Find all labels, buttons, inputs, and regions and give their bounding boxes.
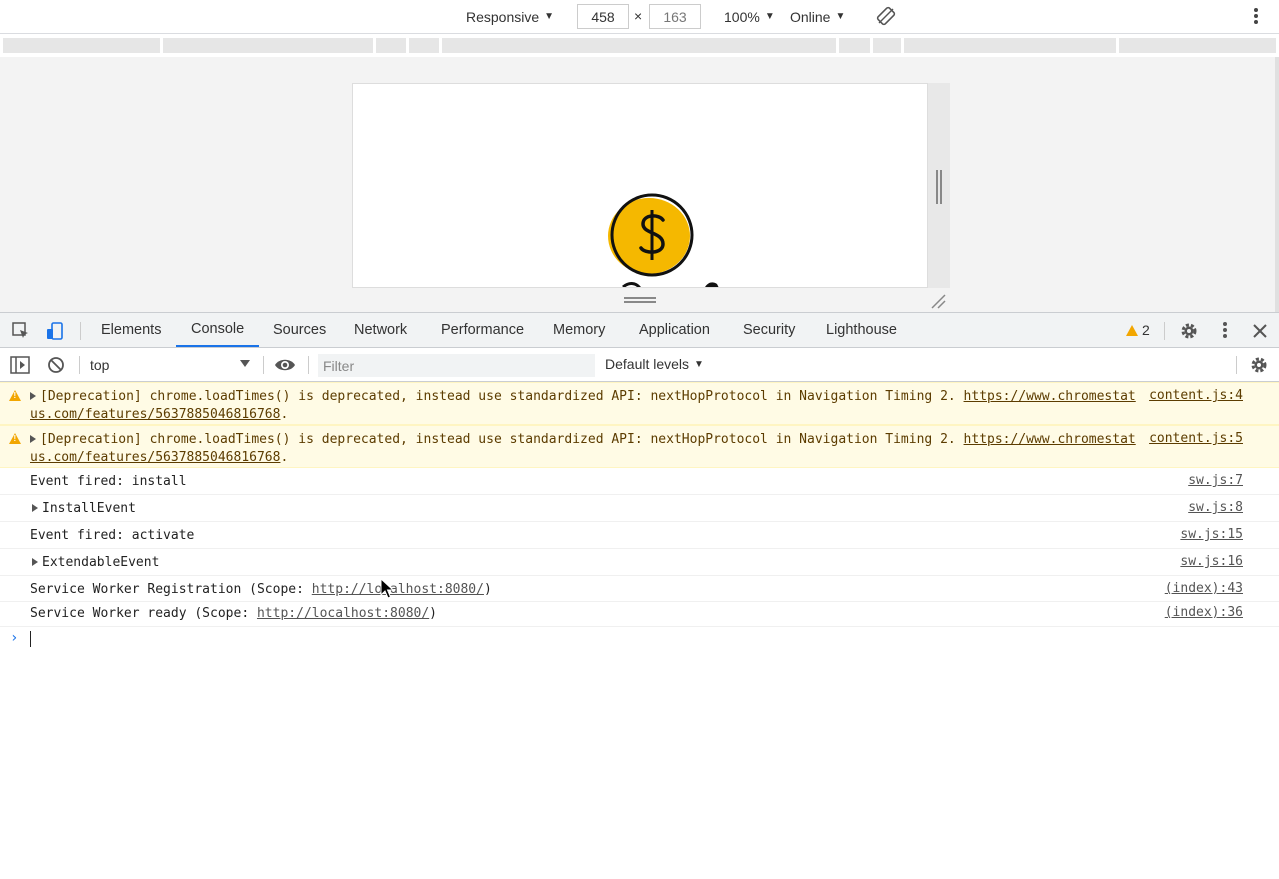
tab-console[interactable]: Console (176, 313, 260, 347)
text-cursor (30, 631, 31, 647)
tab-elements[interactable]: Elements (101, 313, 161, 347)
chevron-down-icon: ▼ (544, 11, 555, 22)
message-suffix: . (280, 450, 289, 465)
warning-icon (1126, 324, 1138, 336)
filter-input[interactable]: Filter (318, 354, 595, 377)
message-source-link[interactable]: sw.js:16 (1180, 554, 1243, 569)
tab-performance[interactable]: Performance (441, 313, 524, 347)
message-text: [Deprecation] chrome.loadTimes() is depr… (40, 389, 964, 404)
message-suffix: . (280, 407, 289, 422)
warning-icon (9, 390, 21, 401)
coin-illustration (608, 193, 719, 287)
right-grip-icon[interactable] (936, 170, 942, 204)
network-throttle-select[interactable]: Online ▼ (790, 0, 845, 33)
caret-down-icon (240, 360, 250, 367)
console-message-warning[interactable]: [Deprecation] chrome.loadTimes() is depr… (0, 382, 1279, 425)
message-source-link[interactable]: sw.js:7 (1188, 473, 1243, 488)
console-settings-gear-icon[interactable] (1249, 355, 1269, 375)
expand-triangle-icon[interactable] (32, 557, 38, 566)
tab-lighthouse[interactable]: Lighthouse (826, 313, 897, 347)
device-select[interactable]: Responsive ▼ (466, 0, 554, 33)
media-query-bar[interactable] (0, 35, 1279, 57)
device-screen (352, 83, 928, 288)
message-text: Service Worker ready (Scope: (30, 606, 257, 621)
levels-label: Default levels (605, 356, 690, 372)
rotate-icon[interactable] (876, 6, 896, 26)
message-text: ExtendableEvent (42, 555, 160, 570)
message-source-link[interactable]: sw.js:8 (1188, 500, 1243, 515)
console-toolbar: top Filter Default levels ▼ (0, 348, 1279, 382)
chevron-down-icon: ▼ (694, 358, 704, 370)
more-options-icon[interactable] (1247, 7, 1265, 27)
console-message[interactable]: InstallEvent sw.js:8 (0, 495, 1279, 522)
clear-console-icon[interactable] (47, 356, 65, 374)
message-source-link[interactable]: (index):36 (1165, 605, 1243, 620)
console-message[interactable]: Event fired: activate sw.js:15 (0, 522, 1279, 549)
device-toggle-icon[interactable] (45, 321, 65, 341)
zoom-select[interactable]: 100% ▼ (724, 0, 775, 33)
message-source-link[interactable]: sw.js:15 (1180, 527, 1243, 542)
console-prompt[interactable]: › (0, 628, 1279, 650)
scrollbar[interactable] (1275, 57, 1279, 312)
bottom-grip-icon[interactable] (624, 297, 656, 303)
chevron-down-icon: ▼ (764, 11, 775, 22)
tab-application[interactable]: Application (639, 313, 710, 347)
context-label: top (90, 357, 110, 373)
message-text: Event fired: activate (30, 528, 195, 543)
width-input[interactable]: 458 (577, 4, 629, 29)
message-source-link[interactable]: content.js:5 (1149, 431, 1243, 446)
dimension-separator: × (634, 8, 643, 24)
console-message-warning[interactable]: [Deprecation] chrome.loadTimes() is depr… (0, 425, 1279, 468)
warning-counter[interactable]: 2 (1126, 322, 1150, 338)
message-link[interactable]: http://localhost:8080/ (257, 606, 429, 621)
network-label: Online (790, 8, 831, 25)
expand-triangle-icon[interactable] (30, 391, 36, 400)
chevron-down-icon: ▼ (835, 11, 846, 22)
message-text: Event fired: install (30, 474, 187, 489)
console-messages: [Deprecation] chrome.loadTimes() is depr… (0, 382, 1279, 627)
mouse-pointer-icon (380, 578, 394, 599)
expand-triangle-icon[interactable] (32, 503, 38, 512)
device-viewport-area (0, 57, 1279, 312)
corner-resize-icon[interactable] (930, 293, 946, 309)
message-text: InstallEvent (42, 501, 136, 516)
expand-triangle-icon[interactable] (30, 434, 36, 443)
devtools-tab-bar: Elements Console Sources Network Perform… (0, 312, 1279, 348)
warning-icon (9, 433, 21, 444)
device-label: Responsive (466, 8, 540, 25)
message-source-link[interactable]: content.js:4 (1149, 388, 1243, 403)
context-select[interactable]: top (90, 355, 250, 375)
live-expression-eye-icon[interactable] (274, 357, 296, 373)
warning-count: 2 (1142, 322, 1150, 338)
message-text: [Deprecation] chrome.loadTimes() is depr… (40, 432, 964, 447)
device-toolbar: Responsive ▼ 458 × 163 100% ▼ Online ▼ (0, 0, 1279, 34)
tab-memory[interactable]: Memory (553, 313, 605, 347)
log-levels-select[interactable]: Default levels ▼ (605, 356, 704, 372)
console-message[interactable]: Service Worker Registration (Scope: http… (0, 576, 1279, 602)
message-suffix: ) (429, 606, 437, 621)
settings-gear-icon[interactable] (1179, 321, 1199, 341)
tab-network[interactable]: Network (354, 313, 407, 347)
message-text: Service Worker Registration (Scope: (30, 582, 312, 597)
sidebar-toggle-icon[interactable] (10, 356, 30, 374)
customize-menu-icon[interactable] (1215, 321, 1235, 341)
message-source-link[interactable]: (index):43 (1165, 581, 1243, 596)
message-suffix: ) (483, 582, 492, 597)
zoom-label: 100% (724, 8, 760, 25)
close-icon[interactable] (1250, 321, 1270, 341)
height-input[interactable]: 163 (649, 4, 701, 29)
console-message[interactable]: ExtendableEvent sw.js:16 (0, 549, 1279, 576)
console-message[interactable]: Service Worker ready (Scope: http://loca… (0, 602, 1279, 627)
prompt-chevron-icon: › (10, 630, 19, 646)
message-link[interactable]: http://localhost:8080/ (312, 582, 484, 597)
tab-security[interactable]: Security (743, 313, 795, 347)
tab-sources[interactable]: Sources (273, 313, 326, 347)
console-message[interactable]: Event fired: install sw.js:7 (0, 468, 1279, 495)
inspect-element-icon[interactable] (11, 321, 31, 341)
